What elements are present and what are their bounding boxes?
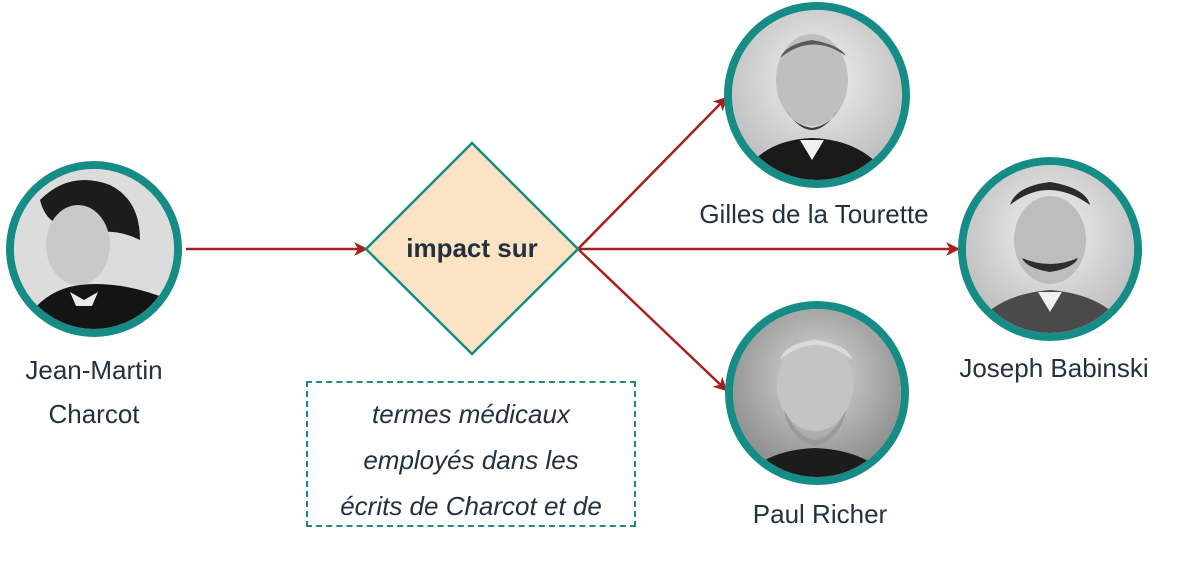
note-text: termes médicaux employés dans les écrits… [308, 391, 634, 525]
note-box: termes médicaux employés dans les écrits… [306, 381, 636, 527]
note-line-2: employés dans les [363, 445, 579, 475]
tourette-portrait-node [724, 2, 910, 188]
richer-portrait-node [725, 301, 909, 485]
charcot-label: Jean-Martin Charcot [4, 348, 184, 436]
charcot-label-line2: Charcot [48, 399, 140, 429]
tourette-portrait-photo [732, 10, 902, 180]
charcot-portrait-photo [14, 169, 174, 329]
impact-decision-label: impact sur [406, 233, 538, 263]
babinski-label: Joseph Babinski [959, 353, 1149, 383]
tourette-label: Gilles de la Tourette [699, 199, 929, 229]
note-line-3: écrits de Charcot et de [340, 491, 602, 521]
charcot-label-line1: Jean-Martin [25, 355, 163, 385]
note-line-1: termes médicaux [372, 399, 570, 429]
babinski-portrait-node [958, 157, 1142, 341]
richer-label: Paul Richer [752, 499, 888, 529]
edge-impact-to-richer [577, 248, 728, 392]
charcot-portrait-node [6, 161, 182, 337]
